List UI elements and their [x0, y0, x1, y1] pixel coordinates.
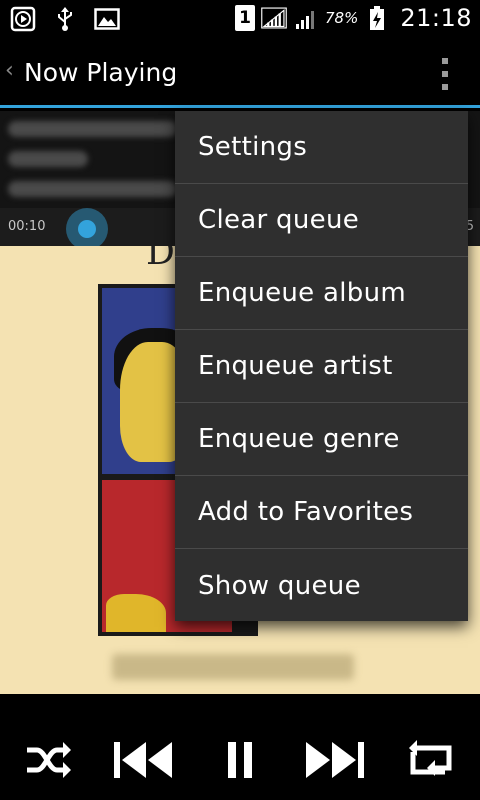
action-bar: ‹ Now Playing: [0, 38, 480, 108]
next-icon[interactable]: [302, 738, 366, 782]
playback-controls: [0, 694, 480, 800]
menu-item-enqueue-genre[interactable]: Enqueue genre: [175, 403, 468, 476]
overflow-menu-icon[interactable]: [440, 58, 450, 90]
status-bar: 1 78% 21:18: [0, 0, 480, 38]
page-title[interactable]: Now Playing: [24, 58, 177, 87]
seek-thumb[interactable]: [66, 208, 108, 250]
chevron-left-icon[interactable]: ‹: [5, 58, 14, 83]
battery-charging-icon: [364, 5, 390, 31]
track-artist-blurred: [8, 151, 88, 167]
track-album-blurred: [8, 181, 178, 197]
menu-item-add-to-favorites[interactable]: Add to Favorites: [175, 476, 468, 549]
menu-item-clear-queue[interactable]: Clear queue: [175, 184, 468, 257]
signal-icon: [261, 5, 287, 31]
signal-secondary-icon: [293, 5, 319, 31]
status-indicators: 1 78% 21:18: [234, 4, 472, 32]
menu-item-show-queue[interactable]: Show queue: [175, 549, 468, 622]
menu-item-settings[interactable]: Settings: [175, 111, 468, 184]
menu-item-enqueue-artist[interactable]: Enqueue artist: [175, 330, 468, 403]
previous-icon[interactable]: [112, 738, 176, 782]
notification-icons: [10, 6, 120, 32]
album-cover-caption-blurred: [112, 654, 354, 680]
pause-icon[interactable]: [212, 738, 268, 782]
play-notification-icon: [10, 6, 36, 32]
image-notification-icon: [94, 6, 120, 32]
elapsed-time: 00:10: [8, 219, 46, 234]
repeat-icon[interactable]: [404, 738, 460, 782]
battery-percent: 78%: [324, 9, 359, 27]
track-title-blurred: [8, 121, 178, 137]
usb-icon: [52, 6, 78, 32]
status-clock: 21:18: [400, 4, 472, 32]
menu-item-enqueue-album[interactable]: Enqueue album: [175, 257, 468, 330]
album-cover-letter: D: [146, 246, 175, 273]
sim-slot-badge: 1: [234, 5, 255, 31]
overflow-menu: Settings Clear queue Enqueue album Enque…: [175, 111, 468, 621]
shuffle-icon[interactable]: [20, 738, 76, 782]
